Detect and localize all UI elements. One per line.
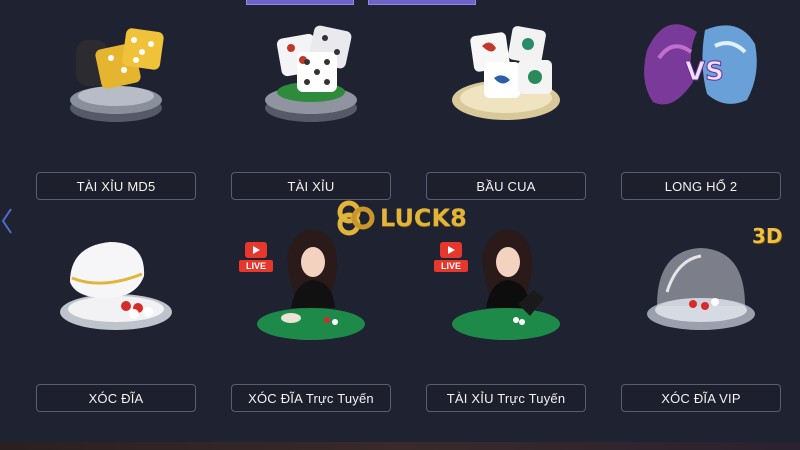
game-card-tai-xiu[interactable]: TÀI XỈU: [231, 0, 391, 200]
dragon-tiger-icon: VS: [641, 0, 761, 130]
game-label[interactable]: TÀI XỈU: [231, 172, 391, 200]
gold-dice-icon: [56, 0, 176, 130]
game-label[interactable]: TÀI XỈU Trực Tuyến: [426, 384, 586, 412]
bau-cua-dice-icon: [446, 0, 566, 130]
game-label[interactable]: LONG HỔ 2: [621, 172, 781, 200]
game-card-xoc-dia-truc-tuyen[interactable]: LIVE XÓC ĐĨA Trực Tuyến: [231, 202, 391, 412]
white-dice-icon: [251, 0, 371, 130]
glass-dome-icon: [641, 212, 761, 342]
game-label[interactable]: BẦU CUA: [426, 172, 586, 200]
bottom-strip: [0, 442, 800, 450]
game-card-tai-xiu-truc-tuyen[interactable]: LIVE TÀI XỈU Trực Tuyến: [426, 202, 586, 412]
game-card-xoc-dia[interactable]: XÓC ĐĨA: [36, 202, 196, 412]
game-label[interactable]: TÀI XỈU MD5: [36, 172, 196, 200]
live-dealer-icon: [251, 212, 371, 342]
svg-text:VS: VS: [685, 57, 724, 87]
game-card-tai-xiu-md5[interactable]: TÀI XỈU MD5: [36, 0, 196, 200]
game-card-xoc-dia-vip[interactable]: XÓC ĐĨA VIP: [621, 202, 781, 412]
chevron-left-icon[interactable]: [0, 206, 14, 236]
game-card-long-ho-2[interactable]: VS LONG HỔ 2: [621, 0, 781, 200]
live-dealer-icon: [446, 212, 566, 342]
game-label[interactable]: XÓC ĐĨA VIP: [621, 384, 781, 412]
game-label[interactable]: XÓC ĐĨA: [36, 384, 196, 412]
xoc-dia-bowl-icon: [56, 212, 176, 342]
game-label[interactable]: XÓC ĐĨA Trực Tuyến: [231, 384, 391, 412]
game-card-bau-cua[interactable]: BẦU CUA: [426, 0, 586, 200]
